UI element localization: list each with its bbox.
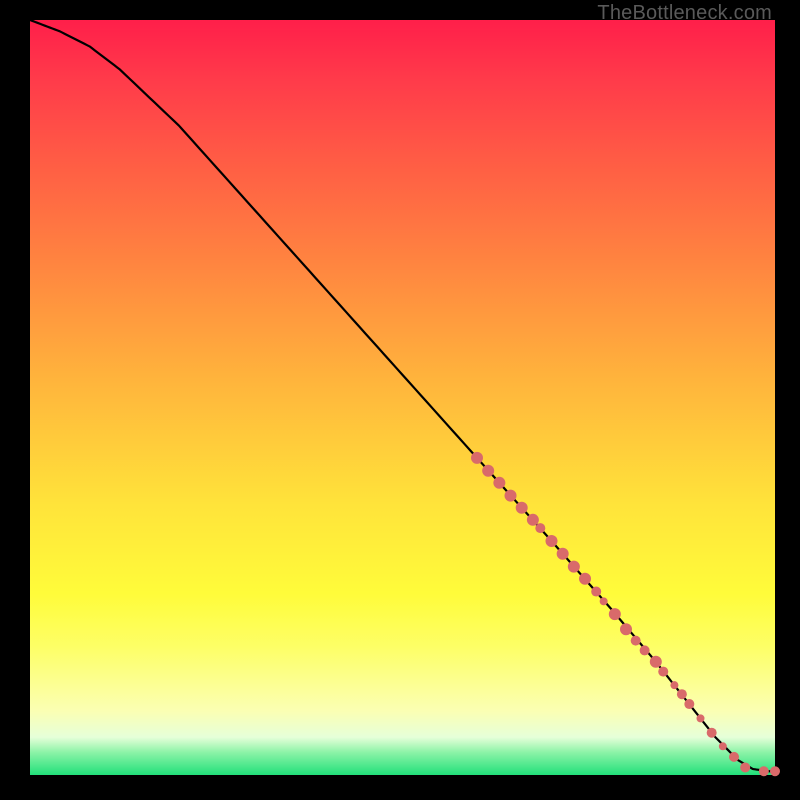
plot-area bbox=[30, 20, 775, 775]
data-marker bbox=[658, 667, 668, 677]
data-marker bbox=[591, 587, 601, 597]
data-marker bbox=[609, 608, 621, 620]
data-marker bbox=[600, 597, 608, 605]
data-marker bbox=[505, 490, 517, 502]
data-marker bbox=[640, 645, 650, 655]
data-marker bbox=[557, 548, 569, 560]
data-marker bbox=[759, 766, 769, 776]
data-marker bbox=[568, 561, 580, 573]
data-marker bbox=[684, 699, 694, 709]
data-marker bbox=[471, 452, 483, 464]
data-marker bbox=[719, 742, 727, 750]
data-marker bbox=[482, 465, 494, 477]
data-marker bbox=[770, 766, 780, 776]
data-marker bbox=[729, 752, 739, 762]
data-marker bbox=[493, 477, 505, 489]
data-marker bbox=[650, 656, 662, 668]
data-marker bbox=[740, 762, 750, 772]
marker-group bbox=[471, 452, 780, 776]
chart-svg bbox=[30, 20, 775, 775]
curve-line bbox=[30, 20, 775, 771]
data-marker bbox=[620, 623, 632, 635]
data-marker bbox=[707, 728, 717, 738]
data-marker bbox=[535, 523, 545, 533]
chart-frame: TheBottleneck.com bbox=[0, 0, 800, 800]
data-marker bbox=[579, 573, 591, 585]
data-marker bbox=[677, 689, 687, 699]
data-marker bbox=[697, 714, 705, 722]
data-marker bbox=[546, 535, 558, 547]
data-marker bbox=[527, 514, 539, 526]
data-marker bbox=[631, 636, 641, 646]
data-marker bbox=[516, 502, 528, 514]
data-marker bbox=[670, 681, 678, 689]
